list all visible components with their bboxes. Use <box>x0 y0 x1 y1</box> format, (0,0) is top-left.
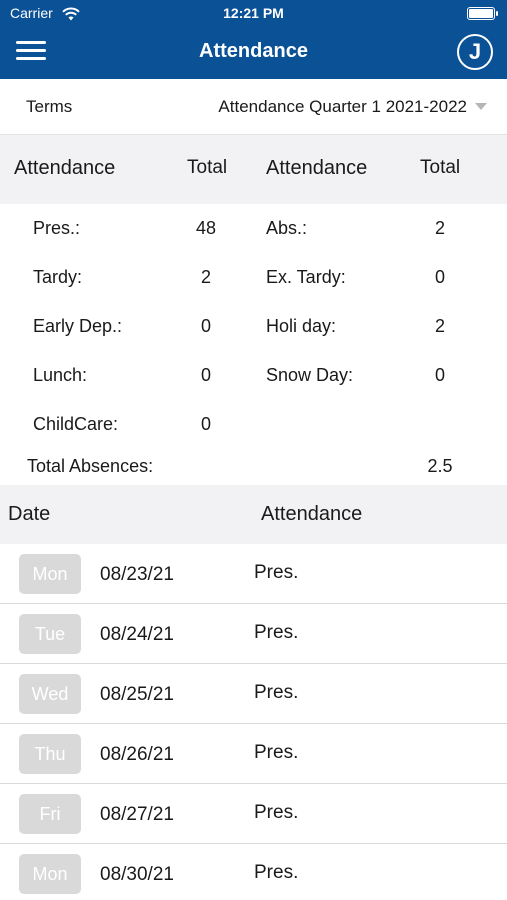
summary-label: Ex. Tardy: <box>266 267 346 287</box>
day-badge: Tue <box>19 614 81 654</box>
summary-value: 0 <box>434 267 445 287</box>
summary-row: Pres.: 48 Abs.: 2 <box>0 218 507 258</box>
summary-value: 0 <box>434 365 445 385</box>
summary-value: 0 <box>200 316 211 336</box>
summary-row: Tardy: 2 Ex. Tardy: 0 <box>0 267 507 307</box>
summary-label: Pres.: <box>33 218 81 238</box>
list-item-status: Pres. <box>254 622 299 643</box>
summary-value: 48 <box>195 218 217 238</box>
list-item-status: Pres. <box>254 742 299 763</box>
summary-row: ChildCare: 0 <box>0 414 507 454</box>
attendance-list-header: Date Attendance <box>0 485 507 544</box>
day-badge: Mon <box>19 854 81 894</box>
avatar[interactable]: J <box>457 34 493 70</box>
summary-row: Early Dep.: 0 Holi day: 2 <box>0 316 507 356</box>
summary-value: 0 <box>200 414 211 434</box>
total-absences-value: 2.5 <box>427 456 453 476</box>
list-item-status: Pres. <box>254 802 299 823</box>
terms-selected-value[interactable]: Attendance Quarter 1 2021-2022 <box>218 97 467 117</box>
list-item-date: 08/24/21 <box>100 624 174 645</box>
list-item-status: Pres. <box>254 562 299 583</box>
list-item[interactable]: Mon 08/23/21 Pres. <box>0 544 507 604</box>
summary-value: 2 <box>200 267 211 287</box>
list-item-date: 08/30/21 <box>100 864 174 885</box>
list-item[interactable]: Tue 08/24/21 Pres. <box>0 604 507 664</box>
summary-label: ChildCare: <box>33 414 119 434</box>
list-item[interactable]: Mon 08/30/21 Pres. <box>0 844 507 900</box>
list-header-date: Date <box>8 503 51 525</box>
list-header-attendance: Attendance <box>261 503 363 525</box>
summary-header: Attendance Total Attendance Total <box>0 134 507 204</box>
summary-header-attendance-right: Attendance <box>266 157 368 179</box>
app-header: Carrier 12:21 PM Attendance J <box>0 0 507 79</box>
summary-label: Snow Day: <box>266 365 354 385</box>
summary-header-total-left: Total <box>187 157 228 178</box>
summary-row: Lunch: 0 Snow Day: 0 <box>0 365 507 405</box>
status-bar: Carrier 12:21 PM <box>0 5 507 23</box>
battery-icon <box>467 7 498 20</box>
terms-selector[interactable]: Terms Attendance Quarter 1 2021-2022 <box>0 79 507 134</box>
summary-label: Holi day: <box>266 316 337 336</box>
summary-value: 2 <box>434 316 445 336</box>
day-badge: Wed <box>19 674 81 714</box>
list-item-date: 08/26/21 <box>100 744 174 765</box>
list-item-status: Pres. <box>254 682 299 703</box>
list-item-date: 08/27/21 <box>100 804 174 825</box>
chevron-down-icon[interactable] <box>475 103 487 110</box>
terms-label: Terms <box>26 97 73 116</box>
summary-header-attendance-left: Attendance <box>14 157 116 179</box>
list-item[interactable]: Thu 08/26/21 Pres. <box>0 724 507 784</box>
total-absences-label: Total Absences: <box>27 456 154 476</box>
summary-label: Lunch: <box>33 365 88 385</box>
summary-label: Tardy: <box>33 267 83 287</box>
summary-value: 0 <box>200 365 211 385</box>
list-item[interactable]: Wed 08/25/21 Pres. <box>0 664 507 724</box>
list-item-date: 08/23/21 <box>100 564 174 585</box>
summary-value: 2 <box>434 218 445 238</box>
page-title: Attendance <box>199 40 308 62</box>
day-badge: Fri <box>19 794 81 834</box>
day-badge: Thu <box>19 734 81 774</box>
status-time: 12:21 PM <box>223 5 284 21</box>
day-badge: Mon <box>19 554 81 594</box>
attendance-list: Mon 08/23/21 Pres. Tue 08/24/21 Pres. We… <box>0 544 507 900</box>
list-item-status: Pres. <box>254 862 299 883</box>
summary-header-total-right: Total <box>420 157 461 178</box>
list-item-date: 08/25/21 <box>100 684 174 705</box>
list-item[interactable]: Fri 08/27/21 Pres. <box>0 784 507 844</box>
summary-label: Abs.: <box>266 218 308 238</box>
summary-label: Early Dep.: <box>33 316 123 336</box>
